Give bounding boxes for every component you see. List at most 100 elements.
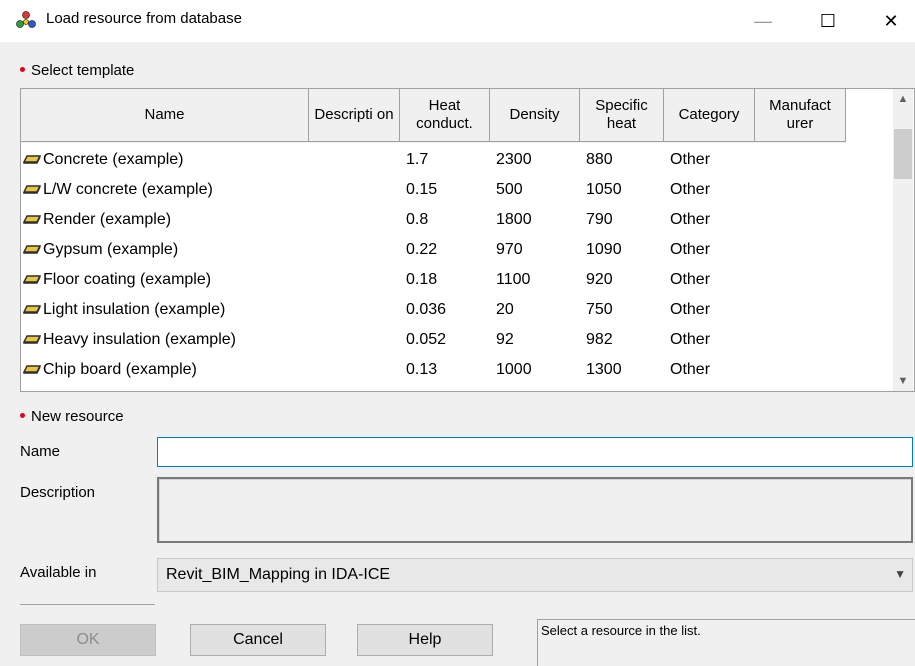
cell-name: Chip board (example) [21, 355, 309, 384]
table-row[interactable]: Floor coating (example) 0.18 1100 920 Other [21, 265, 846, 294]
cell-name: Light insulation (example) [21, 295, 309, 324]
cell-heat-conductivity-text: 0.052 [406, 331, 447, 348]
cell-name-text: Heavy insulation (example) [43, 331, 236, 348]
cell-category: Other [664, 205, 755, 234]
cell-category: Other [664, 355, 755, 384]
cell-name-text: L/W concrete (example) [43, 181, 213, 198]
cell-category-text: Other [670, 271, 711, 288]
column-header-specific-heat[interactable]: Specific heat [580, 89, 664, 142]
status-message: Select a resource in the list. [537, 619, 915, 666]
template-table[interactable]: Name Descripti on Heat conduct. Density … [20, 88, 915, 392]
cell-specific-heat: 750 [580, 295, 664, 324]
name-input[interactable] [157, 437, 913, 467]
cell-density: 92 [490, 325, 580, 354]
cell-specific-heat-text: 880 [586, 151, 613, 168]
cell-description [309, 175, 400, 204]
column-header-heat-conductivity[interactable]: Heat conduct. [400, 89, 490, 142]
scroll-up-icon[interactable]: ▲ [893, 89, 913, 109]
column-header-manufacturer[interactable]: Manufact urer [755, 89, 846, 142]
name-label: Name [20, 443, 61, 460]
new-resource-heading: New resource [20, 408, 124, 425]
cell-specific-heat-text: 790 [586, 211, 613, 228]
column-header-name[interactable]: Name [21, 89, 309, 142]
cell-manufacturer [755, 205, 846, 234]
cell-description [309, 235, 400, 264]
cell-heat-conductivity: 0.15 [400, 175, 490, 204]
cell-density-text: 20 [496, 301, 514, 318]
cell-specific-heat: 1050 [580, 175, 664, 204]
cell-name-text: Gypsum (example) [43, 241, 179, 258]
cell-heat-conductivity-text: 1.7 [406, 151, 429, 168]
cell-specific-heat-text: 1300 [586, 361, 622, 378]
cell-heat-conductivity-text: 0.13 [406, 361, 438, 378]
cell-heat-conductivity-text: 0.22 [406, 241, 438, 258]
cell-name-text: Concrete (example) [43, 151, 184, 168]
cell-description [309, 295, 400, 324]
cell-heat-conductivity: 0.8 [400, 205, 490, 234]
table-row[interactable]: Render (example) 0.8 1800 790 Other [21, 205, 846, 234]
bullet-icon [20, 66, 25, 72]
cell-name: L/W concrete (example) [21, 175, 309, 204]
cell-density-text: 970 [496, 241, 523, 258]
table-row[interactable]: Chip board (example) 0.13 1000 1300 Other [21, 355, 846, 384]
cell-category: Other [664, 235, 755, 264]
cell-manufacturer [755, 295, 846, 324]
table-row[interactable]: Heavy insulation (example) 0.052 92 982 Othe… [21, 325, 846, 354]
cell-specific-heat: 1300 [580, 355, 664, 384]
cell-density: 2300 [490, 145, 580, 174]
material-brick-icon [23, 245, 41, 254]
description-label: Description [20, 484, 96, 501]
material-brick-icon [23, 305, 41, 314]
cell-name: Gypsum (example) [21, 235, 309, 264]
material-brick-icon [23, 365, 41, 374]
cell-specific-heat-text: 1050 [586, 181, 622, 198]
cell-category-text: Other [670, 361, 711, 378]
close-button[interactable]: ✕ [868, 0, 914, 42]
cell-name-text: Floor coating (example) [43, 271, 212, 288]
chevron-down-icon[interactable]: ▼ [894, 567, 906, 581]
cell-heat-conductivity-text: 0.8 [406, 211, 429, 228]
available-in-label: Available in [20, 564, 97, 581]
available-in-value: Revit_BIM_Mapping in IDA-ICE [166, 566, 391, 583]
cell-specific-heat: 880 [580, 145, 664, 174]
select-template-heading: Select template [20, 62, 134, 79]
cancel-button[interactable]: Cancel [190, 624, 326, 656]
minimize-button[interactable]: — [740, 0, 786, 42]
table-row[interactable]: Concrete (example) 1.7 2300 880 Other [21, 145, 846, 174]
cell-density-text: 2300 [496, 151, 532, 168]
scrollbar-thumb[interactable] [894, 129, 912, 179]
table-row[interactable]: Light insulation (example) 0.036 20 750 Othe… [21, 295, 846, 324]
table-header: Name Descripti on Heat conduct. Density … [21, 89, 846, 143]
cell-manufacturer [755, 175, 846, 204]
cell-heat-conductivity: 0.052 [400, 325, 490, 354]
column-header-category[interactable]: Category [664, 89, 755, 142]
cell-density-text: 1800 [496, 211, 532, 228]
table-row[interactable]: Gypsum (example) 0.22 970 1090 Other [21, 235, 846, 264]
column-header-density[interactable]: Density [490, 89, 580, 142]
cell-category-text: Other [670, 181, 711, 198]
cell-category-text: Other [670, 241, 711, 258]
material-brick-icon [23, 155, 41, 164]
cell-density-text: 92 [496, 331, 514, 348]
cell-name-text: Chip board (example) [43, 361, 197, 378]
cell-heat-conductivity: 1.7 [400, 145, 490, 174]
ok-button[interactable]: OK [20, 624, 156, 656]
cell-category: Other [664, 175, 755, 204]
cell-density-text: 1100 [496, 271, 531, 288]
maximize-button[interactable]: ☐ [805, 0, 851, 42]
description-field[interactable] [157, 477, 913, 543]
divider [20, 604, 155, 605]
cell-heat-conductivity: 0.036 [400, 295, 490, 324]
cell-description [309, 205, 400, 234]
material-brick-icon [23, 275, 41, 284]
cell-category-text: Other [670, 331, 711, 348]
column-header-description[interactable]: Descripti on [309, 89, 400, 142]
available-in-dropdown[interactable]: Revit_BIM_Mapping in IDA-ICE ▼ [157, 558, 913, 592]
help-button[interactable]: Help [357, 624, 493, 656]
scroll-down-icon[interactable]: ▼ [893, 371, 913, 391]
cell-heat-conductivity: 0.22 [400, 235, 490, 264]
vertical-scrollbar[interactable]: ▲ ▼ [893, 89, 913, 391]
cell-specific-heat: 790 [580, 205, 664, 234]
table-row[interactable]: L/W concrete (example) 0.15 500 1050 Other [21, 175, 846, 204]
cell-description [309, 355, 400, 384]
